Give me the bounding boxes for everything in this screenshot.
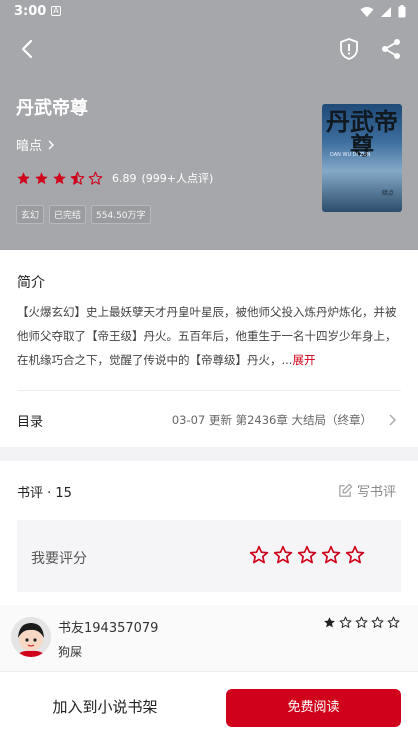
reviews-heading: 书评 · 15 (17, 486, 72, 501)
edit-icon (339, 483, 353, 497)
star-empty-icon[interactable] (249, 545, 269, 565)
star-empty-icon (88, 171, 103, 185)
star-half-icon (70, 171, 85, 185)
share-icon[interactable] (378, 36, 404, 62)
intro-heading: 简介 (17, 275, 45, 291)
add-to-shelf-button[interactable]: 加入到小说书架 (0, 672, 210, 744)
status-time: 3:00 (14, 4, 47, 19)
my-rating-stars (249, 545, 365, 565)
intro-body: 【火爆玄幻】史上最妖孽天才丹皇叶星辰，被他师父投入炼丹炉炼化，并被他师父夺取了【… (17, 305, 397, 367)
book-cover: 丹武帝尊 DAN WU DI ZUN 暗点 (322, 104, 402, 212)
review-item: 书友194357079 狗屎 (0, 605, 418, 671)
book-title: 丹武帝尊 (16, 98, 88, 119)
chevron-right-icon (389, 414, 396, 426)
review-text: 狗屎 (58, 645, 83, 659)
author-link[interactable]: 暗点 (16, 135, 56, 154)
intro-text: 【火爆玄幻】史上最妖孽天才丹皇叶星辰，被他师父投入炼丹炉炼化，并被他师父夺取了【… (17, 300, 403, 372)
my-rating-box: 我要评分 (17, 520, 401, 592)
star-empty-icon[interactable] (345, 545, 365, 565)
rating-count: (999+人点评) (141, 172, 214, 185)
book-tags: 玄幻 已完结 554.50万字 (16, 205, 151, 224)
rating-score: 6.89 (112, 171, 137, 185)
wifi-icon (360, 6, 374, 17)
free-read-button[interactable]: 免费阅读 (226, 689, 401, 727)
star-filled-icon (35, 171, 48, 184)
report-shield-icon[interactable] (337, 36, 361, 62)
toc-row[interactable]: 目录 03-07 更新 第2436章 大结局（终章） (0, 395, 418, 447)
star-filled-icon (324, 617, 335, 628)
tag-wordcount: 554.50万字 (91, 205, 151, 224)
author-name: 暗点 (16, 139, 43, 154)
cover-subtitle: DAN WU DI ZUN (330, 152, 371, 158)
tag-status: 已完结 (49, 205, 87, 224)
star-empty-icon (371, 616, 384, 628)
tag-genre: 玄幻 (16, 205, 45, 224)
expand-link[interactable]: 展开 (292, 353, 315, 367)
write-review-label: 写书评 (356, 485, 396, 500)
review-stars (323, 616, 400, 629)
star-empty-icon[interactable] (273, 545, 293, 565)
chevron-right-icon (48, 140, 55, 149)
user-avatar-icon (11, 617, 51, 657)
avatar[interactable] (11, 617, 51, 657)
star-filled-icon (17, 171, 30, 184)
star-empty-icon (339, 616, 352, 628)
rating-summary: 6.89 (999+人点评) (16, 170, 213, 186)
battery-icon (398, 5, 406, 18)
reviewer-name: 书友194357079 (58, 621, 159, 636)
divider (17, 390, 401, 391)
star-empty-icon (387, 616, 400, 628)
cover-title: 丹武帝尊 (326, 107, 398, 160)
latest-chapter: 03-07 更新 第2436章 大结局（终章） (171, 413, 372, 427)
star-empty-icon (355, 616, 368, 628)
status-bar: 3:00 A (0, 0, 418, 24)
star-empty-icon[interactable] (297, 545, 317, 565)
signal-icon (381, 6, 391, 17)
toc-label: 目录 (17, 415, 44, 430)
write-review-button[interactable]: 写书评 (338, 481, 396, 500)
star-empty-icon[interactable] (321, 545, 341, 565)
notification-icon: A (51, 6, 61, 16)
section-gap (0, 447, 418, 461)
my-rating-label: 我要评分 (31, 551, 87, 567)
cover-author: 暗点 (381, 190, 394, 197)
star-filled-icon (53, 171, 66, 184)
book-header: 3:00 A 丹武帝尊 暗点 6.89 (999+人点评) 玄幻 已完结 554… (0, 0, 418, 250)
back-arrow-icon[interactable] (14, 36, 40, 62)
bottom-bar: 加入到小说书架 免费阅读 (0, 671, 418, 743)
